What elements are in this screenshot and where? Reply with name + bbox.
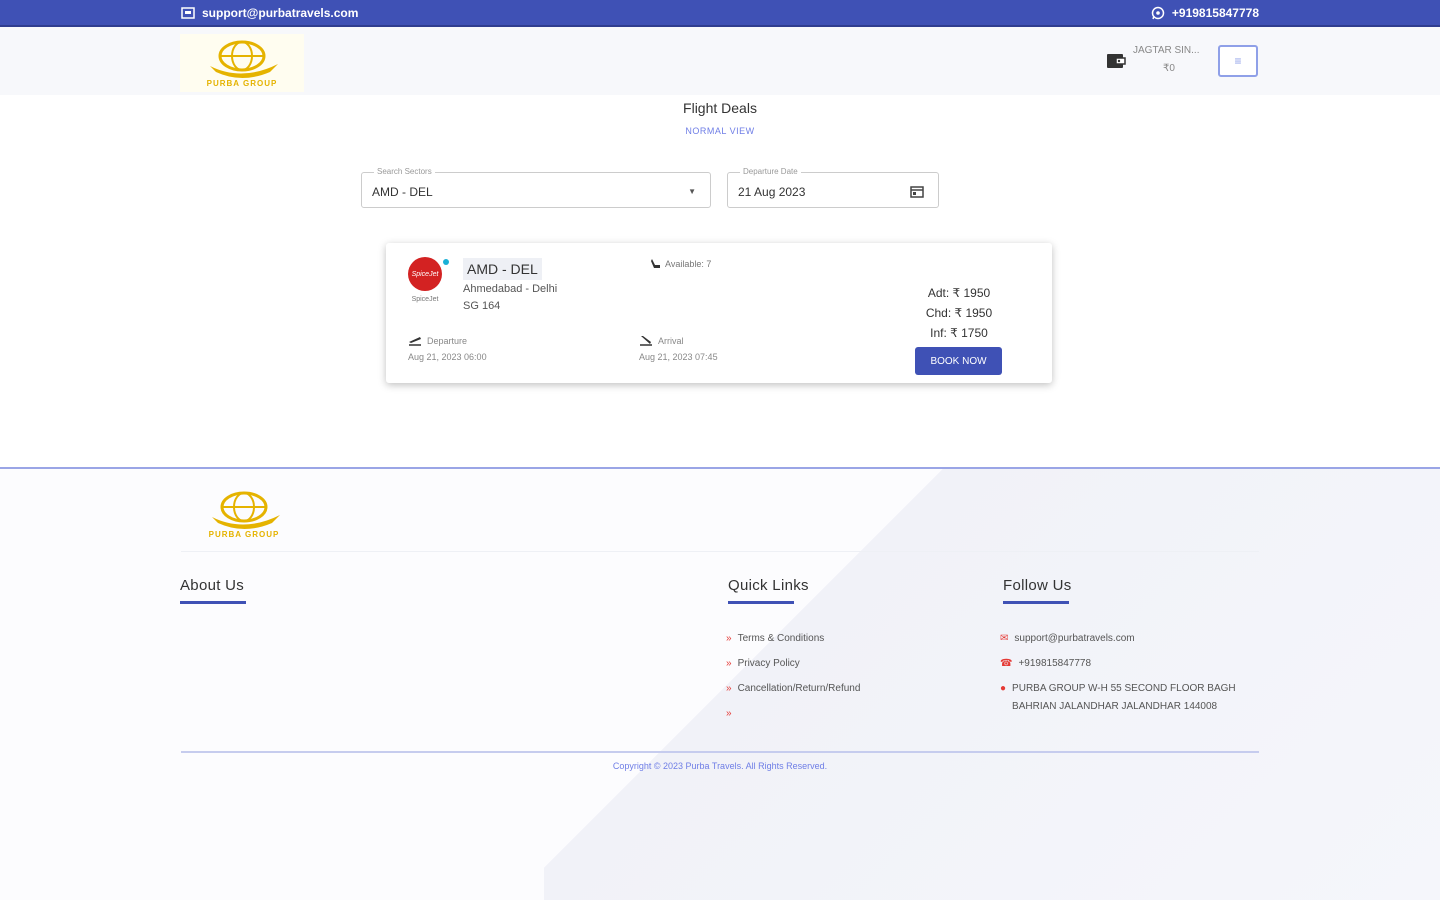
footer-phone-link[interactable]: ☎ +919815847778 (1000, 658, 1091, 669)
header-logo-text: PURBA GROUP (206, 79, 278, 88)
chevron-double-right-icon: » (726, 658, 732, 669)
footer-email-link[interactable]: ✉ support@purbatravels.com (1000, 633, 1135, 644)
location-pin-icon: ● (1000, 683, 1007, 694)
airline-name: SpiceJet (411, 296, 439, 303)
menu-button[interactable]: ≡ (1218, 45, 1258, 77)
quick-link-label: Terms & Conditions (737, 633, 825, 644)
landing-icon (640, 336, 652, 346)
quick-link-privacy[interactable]: » Privacy Policy (726, 658, 800, 669)
whatsapp-icon (1151, 6, 1165, 20)
takeoff-icon (409, 337, 421, 346)
chevron-double-right-icon: » (726, 708, 732, 719)
quick-link-label: Privacy Policy (737, 658, 800, 669)
chevron-double-right-icon: » (726, 683, 732, 694)
top-phone-text: +919815847778 (1171, 6, 1259, 20)
email-icon (181, 7, 195, 19)
arrival-time: Aug 21, 2023 07:45 (639, 352, 718, 362)
hamburger-icon: ≡ (1234, 54, 1242, 68)
about-us-underline (180, 601, 246, 604)
top-email-text: support@purbatravels.com (202, 6, 359, 20)
departure-label-text: Departure (427, 335, 468, 346)
search-sector-value: AMD - DEL (372, 185, 433, 199)
quick-links-underline (728, 601, 794, 604)
arrival-label: Arrival (639, 335, 684, 346)
quick-link-label: Cancellation/Return/Refund (737, 683, 861, 694)
flight-route: Ahmedabad - Delhi (463, 283, 558, 295)
flight-number: SG 164 (463, 300, 501, 312)
flight-sector: AMD - DEL (463, 258, 542, 280)
arrival-label-text: Arrival (658, 335, 684, 346)
search-sector-label: Search Sectors (374, 167, 435, 176)
infant-fare: Inf: ₹ 1750 (930, 326, 988, 340)
copyright-text: Copyright © 2023 Purba Travels. All Righ… (612, 761, 828, 771)
about-us-heading: About Us (180, 577, 245, 594)
footer-address: ● PURBA GROUP W-H 55 SECOND FLOOR BAGH B… (1000, 683, 1236, 716)
envelope-icon: ✉ (1000, 633, 1009, 644)
quick-link-empty[interactable]: » (726, 708, 738, 719)
airline-logo: SpiceJet (408, 257, 442, 291)
follow-us-underline (1003, 601, 1069, 604)
site-footer: PURBA GROUP About Us Quick Links » Terms … (0, 467, 1440, 900)
footer-divider (181, 551, 1259, 552)
footer-logo-text: PURBA GROUP (208, 530, 280, 539)
top-contact-bar: support@purbatravels.com +919815847778 (0, 0, 1440, 27)
page-title: Flight Deals (683, 100, 757, 116)
book-now-button[interactable]: BOOK NOW (915, 347, 1002, 375)
child-fare: Chd: ₹ 1950 (925, 306, 993, 320)
quick-link-cancellation[interactable]: » Cancellation/Return/Refund (726, 683, 860, 694)
departure-label: Departure (408, 335, 467, 346)
departure-date-field[interactable]: Departure Date 21 Aug 2023 (727, 167, 939, 208)
calendar-icon[interactable] (910, 185, 924, 198)
seat-availability-text: Available: 7 (665, 259, 712, 269)
dropdown-arrow-icon: ▼ (688, 187, 696, 196)
airline-logo-text: SpiceJet (411, 270, 439, 278)
follow-us-heading: Follow Us (1003, 577, 1072, 594)
footer-background-shape (544, 469, 1440, 900)
quick-links-heading: Quick Links (728, 577, 809, 594)
seat-icon (651, 259, 660, 268)
wallet-balance: ₹0 (1163, 63, 1175, 74)
phone-icon: ☎ (1000, 658, 1013, 669)
quick-link-terms[interactable]: » Terms & Conditions (726, 633, 824, 644)
footer-logo[interactable]: PURBA GROUP (182, 485, 306, 543)
chevron-double-right-icon: » (726, 633, 732, 644)
footer-phone-text: +919815847778 (1018, 658, 1092, 669)
footer-address-text: PURBA GROUP W-H 55 SECOND FLOOR BAGH BAH… (1012, 680, 1236, 716)
search-sector-select[interactable]: Search Sectors AMD - DEL ▼ (361, 167, 711, 208)
departure-time: Aug 21, 2023 06:00 (408, 352, 487, 362)
footer-bottom-divider (181, 751, 1259, 753)
top-phone-link[interactable]: +919815847778 (1151, 6, 1259, 20)
seat-availability: Available: 7 (650, 258, 711, 270)
adult-fare: Adt: ₹ 1950 (927, 286, 991, 300)
header-logo[interactable]: PURBA GROUP (180, 34, 304, 92)
footer-email-text: support@purbatravels.com (1014, 633, 1135, 644)
wallet-icon[interactable] (1106, 52, 1126, 70)
departure-date-value: 21 Aug 2023 (738, 185, 806, 199)
address-line-2: BAHRIAN JALANDHAR JALANDHAR 144008 (1012, 701, 1218, 712)
address-line-1: PURBA GROUP W-H 55 SECOND FLOOR BAGH (1012, 683, 1236, 694)
flight-card: SpiceJet SpiceJet AMD - DEL Ahmedabad - … (386, 243, 1052, 383)
normal-view-link[interactable]: NORMAL VIEW (0, 126, 1440, 136)
status-dot (443, 259, 449, 265)
departure-date-label: Departure Date (740, 167, 801, 176)
user-name[interactable]: JAGTAR SIN... (1133, 45, 1213, 56)
top-email-link[interactable]: support@purbatravels.com (181, 6, 358, 20)
